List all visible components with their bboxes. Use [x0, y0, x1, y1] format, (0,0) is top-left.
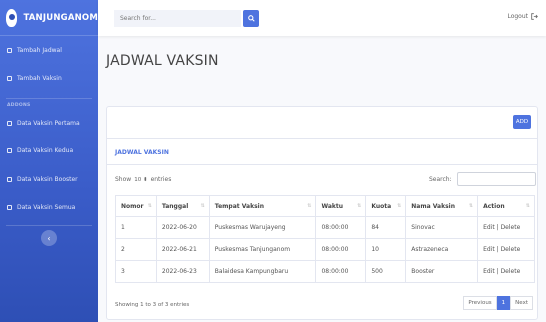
cell-tempat-vaksin: Puskesmas Warujayeng — [208, 216, 317, 239]
page-1-button[interactable]: 1 — [496, 296, 511, 310]
sidebar-divider — [6, 225, 92, 226]
cell-kuota: 10 — [365, 238, 407, 261]
table-row: 3 2022-06-23 Balaidesa Kampungbaru 08:00… — [115, 260, 535, 283]
column-header-label: Nama Vaksin — [411, 202, 455, 210]
cell-waktu: 08:00:00 — [315, 216, 367, 239]
column-header-nama-vaksin[interactable]: Nama Vaksin ⇅ — [405, 195, 479, 217]
data-card: ADD JADWAL VAKSIN Show 10 ⬍ entries Sear… — [106, 106, 538, 320]
sidebar-item-data-vaksin-pertama[interactable]: Data Vaksin Pertama — [0, 111, 98, 135]
column-header-label: Action — [483, 202, 505, 210]
calendar-icon — [7, 76, 12, 81]
table-icon — [7, 120, 12, 126]
sort-icon: ⇅ — [525, 203, 530, 209]
sort-icon: ⇅ — [357, 203, 362, 209]
sidebar: TANJUNGANOM Tambah Jadwal Tambah Vaksin … — [0, 0, 98, 322]
chevron-left-icon: ‹ — [47, 233, 51, 243]
logout-label: Logout — [507, 13, 528, 20]
table-icon — [7, 147, 12, 153]
sidebar-item-label: Data Vaksin Kedua — [17, 146, 74, 154]
vaksin-table: Nomor ⇅ Tanggal ⇅ Tempat Vaksin ⇅ Waktu ⇅ Ku… — [115, 195, 535, 283]
column-header-waktu[interactable]: Waktu ⇅ — [315, 195, 367, 217]
entries-select[interactable]: 10 ⬍ — [134, 177, 147, 183]
sort-icon: ⇅ — [147, 203, 152, 209]
sidebar-item-label: Data Vaksin Pertama — [17, 119, 80, 127]
table-info: Showing 1 to 3 of 3 entries — [115, 302, 190, 308]
column-header-action[interactable]: Action ⇅ — [477, 195, 535, 217]
sidebar-item-data-vaksin-semua[interactable]: Data Vaksin Semua — [0, 193, 98, 221]
sort-icon: ⇅ — [307, 203, 312, 209]
sort-icon: ⇅ — [200, 203, 205, 209]
table-icon — [7, 176, 12, 182]
table-search-label: Search: — [429, 176, 452, 183]
sidebar-section-heading: ADDONS — [7, 103, 31, 108]
sort-icon: ⇅ — [397, 203, 402, 209]
cell-nomor: 2 — [115, 238, 157, 261]
previous-page-button[interactable]: Previous — [463, 296, 497, 310]
calendar-icon — [7, 48, 12, 53]
card-title: JADWAL VAKSIN — [115, 149, 169, 156]
cell-action-links[interactable]: Edit | Delete — [477, 216, 535, 239]
cell-tanggal: 2022-06-21 — [155, 238, 210, 261]
cell-tanggal: 2022-06-20 — [155, 216, 210, 239]
table-icon — [7, 204, 12, 210]
column-header-label: Kuota — [371, 202, 392, 210]
column-header-tempat-vaksin[interactable]: Tempat Vaksin ⇅ — [208, 195, 317, 217]
sidebar-toggle-button[interactable]: ‹ — [41, 230, 57, 246]
column-header-kuota[interactable]: Kuota ⇅ — [365, 195, 407, 217]
sidebar-item-data-vaksin-kedua[interactable]: Data Vaksin Kedua — [0, 135, 98, 165]
logout-link[interactable]: Logout — [507, 13, 538, 20]
cell-action-links[interactable]: Edit | Delete — [477, 260, 535, 283]
sidebar-item-label: Tambah Vaksin — [17, 75, 62, 82]
sort-icon: ⇅ — [468, 203, 474, 209]
table-search-input[interactable] — [457, 172, 536, 186]
cell-kuota: 84 — [365, 216, 407, 239]
cell-nomor: 3 — [115, 260, 157, 283]
cell-nama-vaksin: Astrazeneca — [405, 238, 479, 261]
divider — [107, 138, 537, 139]
page-title: JADWAL VAKSIN — [106, 53, 219, 69]
sidebar-item-label: Tambah Jadwal — [17, 47, 62, 54]
cell-nama-vaksin: Booster — [405, 260, 479, 283]
cell-action-links[interactable]: Edit | Delete — [477, 238, 535, 261]
logout-icon — [531, 13, 538, 20]
column-header-label: Tanggal — [161, 202, 189, 210]
column-header-nomor[interactable]: Nomor ⇅ — [115, 195, 157, 217]
cell-tanggal: 2022-06-23 — [155, 260, 210, 283]
column-header-label: Waktu — [321, 202, 344, 210]
sidebar-divider — [6, 98, 92, 99]
cell-tempat-vaksin: Balaidesa Kampungbaru — [208, 260, 317, 283]
sidebar-item-tambah-vaksin[interactable]: Tambah Vaksin — [0, 65, 98, 92]
sidebar-item-tambah-jadwal[interactable]: Tambah Jadwal — [0, 36, 98, 65]
cell-waktu: 08:00:00 — [315, 238, 367, 261]
divider — [107, 164, 537, 165]
user-logo-icon — [6, 8, 18, 27]
cell-nama-vaksin: Sinovac — [405, 216, 479, 239]
show-label: Show — [115, 176, 132, 183]
search-icon — [247, 15, 255, 22]
cell-kuota: 500 — [365, 260, 407, 283]
pagination: Previous 1 Next — [463, 296, 533, 310]
show-entries: Show 10 ⬍ entries — [115, 176, 171, 183]
entries-label: entries — [150, 176, 172, 183]
sidebar-item-label: Data Vaksin Semua — [17, 203, 76, 211]
search-button[interactable] — [243, 10, 259, 27]
cell-waktu: 08:00:00 — [315, 260, 367, 283]
column-header-tanggal[interactable]: Tanggal ⇅ — [155, 195, 210, 217]
sidebar-item-data-vaksin-booster[interactable]: Data Vaksin Booster — [0, 165, 98, 193]
table-header-row: Nomor ⇅ Tanggal ⇅ Tempat Vaksin ⇅ Waktu ⇅ Ku… — [115, 195, 535, 217]
column-header-label: Nomor — [121, 202, 144, 210]
column-header-label: Tempat Vaksin — [214, 202, 264, 210]
add-button[interactable]: ADD — [513, 115, 531, 129]
next-page-button[interactable]: Next — [510, 296, 533, 310]
entries-select-value: 10 — [134, 176, 142, 183]
table-row: 2 2022-06-21 Puskesmas Tanjunganom 08:00… — [115, 238, 535, 261]
cell-nomor: 1 — [115, 216, 157, 239]
table-row: 1 2022-06-20 Puskesmas Warujayeng 08:00:… — [115, 216, 535, 239]
brand-name: TANJUNGANOM — [23, 12, 98, 23]
sidebar-brand[interactable]: TANJUNGANOM — [0, 0, 98, 36]
sidebar-item-label: Data Vaksin Booster — [17, 175, 78, 183]
cell-tempat-vaksin: Puskesmas Tanjunganom — [208, 238, 317, 261]
search-input[interactable] — [114, 10, 241, 27]
topbar: Logout — [98, 0, 546, 36]
